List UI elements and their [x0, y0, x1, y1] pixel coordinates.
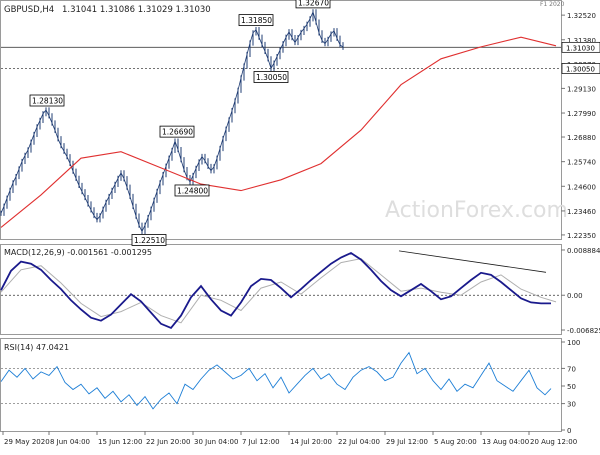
price-y-tick-label: 1.22350	[567, 232, 596, 240]
annotation-label: 1.26690	[162, 128, 193, 137]
x-tick-label: 14 Jul 20:00	[290, 438, 332, 446]
chart-canvas: GBPUSD,H4 1.31041 1.31086 1.31029 1.3103…	[0, 0, 600, 446]
price-y-tick-label: 1.25740	[567, 159, 596, 167]
x-tick-label: 29 Jul 12:00	[386, 438, 428, 446]
price-y-tick-label: 1.23460	[567, 208, 596, 216]
price-y-tick-label: 1.26880	[567, 134, 596, 142]
forex-chart: GBPUSD,H4 1.31041 1.31086 1.31029 1.3103…	[0, 0, 600, 450]
price-y-tick-label: 1.27990	[567, 110, 596, 118]
x-tick-label: 20 Aug 12:00	[530, 438, 577, 446]
rsi-y-tick-label: 50	[567, 383, 576, 391]
x-axis: 29 May 2020 8 Jun 04:00 15 Jun 12:00 22 Jun…	[2, 431, 577, 446]
corner-label: F1 2020	[540, 1, 565, 8]
x-tick-label: 29 May 2020	[4, 438, 50, 446]
macd-panel-frame	[0, 244, 562, 335]
annotation-label: 1.30050	[256, 73, 287, 82]
rsi-y-tick-label: 100	[567, 339, 580, 347]
macd-y-tick-label: -0.006825	[567, 327, 600, 335]
annotation-label: 1.32670	[298, 0, 329, 7]
rsi-label: RSI(14) 47.0421	[4, 343, 69, 352]
header-ohlc: 1.31041 1.31086 1.31029 1.31030	[62, 5, 211, 15]
macd-y-tick-label: 0.00	[567, 292, 583, 300]
price-y-tick-label: 1.24600	[567, 183, 596, 191]
symbol-label: GBPUSD,H4	[4, 5, 54, 15]
macd-label: MACD(12,26,9) -0.001561 -0.001295	[4, 248, 152, 257]
x-tick-label: 8 Jun 04:00	[50, 438, 90, 446]
annotation-label: 1.31850	[241, 16, 272, 25]
hline-tag-label: 1.30050	[566, 66, 595, 74]
price-y-tick-label: 1.29130	[567, 85, 596, 93]
annotation-label: 1.22510	[134, 236, 165, 245]
annotation-label: 1.28130	[32, 97, 63, 106]
annotation-label: 1.24800	[177, 186, 208, 195]
rsi-panel-frame	[0, 338, 562, 432]
macd-y-tick-label: 0.008884	[567, 247, 600, 255]
watermark: ActionForex.com	[385, 198, 568, 223]
x-tick-label: 15 Jun 12:00	[98, 438, 142, 446]
price-y-tick-label: 1.32520	[567, 12, 596, 20]
rsi-y-tick-label: 30	[567, 401, 576, 409]
rsi-y-tick-label: 0	[567, 427, 571, 435]
rsi-y-tick-label: 70	[567, 365, 576, 373]
x-tick-label: 5 Aug 20:00	[434, 438, 477, 446]
x-tick-label: 7 Jul 12:00	[242, 438, 280, 446]
x-tick-label: 22 Jun 20:00	[146, 438, 190, 446]
x-tick-label: 13 Aug 04:00	[482, 438, 529, 446]
x-tick-label: 30 Jun 04:00	[194, 438, 238, 446]
hline-tag-label: 1.31030	[566, 44, 595, 52]
x-tick-label: 22 Jul 04:00	[338, 438, 380, 446]
